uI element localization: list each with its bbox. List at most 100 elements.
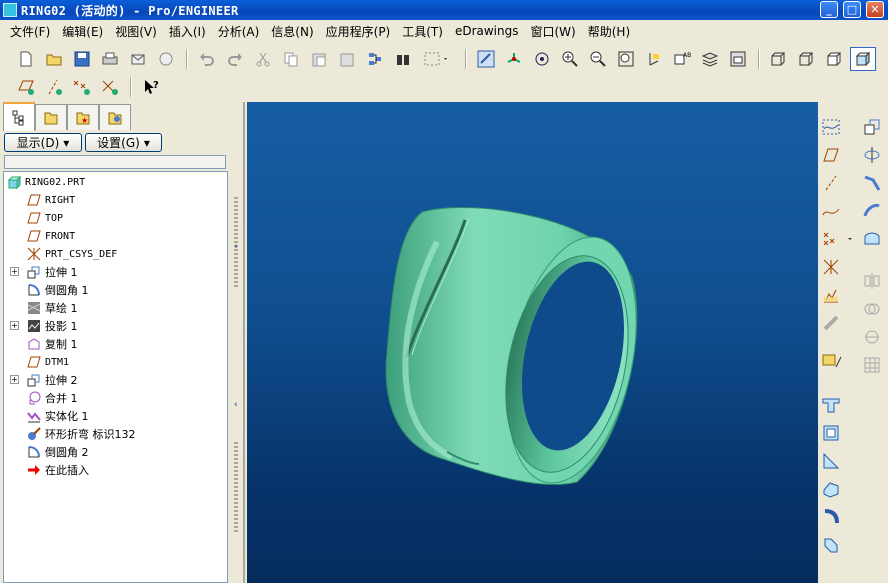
tree-item-front[interactable]: FRONT [26,227,75,245]
new-file-button[interactable] [16,49,36,69]
menu-analysis[interactable]: 分析(A) [212,23,266,40]
favorites-tab[interactable]: ★ [67,104,99,130]
round-tool-button[interactable] [820,506,842,528]
minimize-button[interactable]: _ [820,1,838,18]
tree-item-top[interactable]: TOP [26,209,63,227]
close-button[interactable]: ✕ [866,1,884,18]
menu-help[interactable]: 帮助(H) [582,23,636,40]
datum-axis-tool-button[interactable] [820,172,842,194]
repaint-button[interactable] [476,49,496,69]
extrude-tool-button[interactable] [861,116,883,138]
paste-button[interactable] [309,49,329,69]
no-hidden-button[interactable] [824,49,844,69]
connections-tab[interactable] [99,104,131,130]
tree-item-extrude-2[interactable]: + 拉伸 2 [10,371,78,389]
hole-tool-button[interactable] [820,394,842,416]
tree-item-right[interactable]: RIGHT [26,191,75,209]
refit-button[interactable] [616,49,636,69]
blend-tool-button[interactable] [861,200,883,222]
insert-sketch-button[interactable] [820,350,846,372]
spin-center-button[interactable] [504,49,524,69]
reorient-button[interactable] [644,49,664,69]
menu-info[interactable]: 信息(N) [265,23,319,40]
tree-expander[interactable]: + [10,321,19,330]
tree-item-round-1[interactable]: 倒圆角 1 [26,281,89,299]
menu-applications[interactable]: 应用程序(P) [320,23,397,40]
regenerate-button[interactable] [365,49,385,69]
tree-filter-field[interactable] [4,155,226,169]
menu-edit[interactable]: 编辑(E) [56,23,109,40]
hidden-line-button[interactable] [796,49,816,69]
revolve-tool-button[interactable] [861,144,883,166]
offset-tool-button[interactable] [820,312,842,334]
tree-item-round-2[interactable]: 倒圆角 2 [26,443,89,461]
send-mail-button[interactable] [128,49,148,69]
wireframe-button[interactable] [768,49,788,69]
merge-tool-button[interactable] [861,298,883,320]
tree-item-ring02-prt[interactable]: RING02.PRT [6,173,85,191]
tree-item-prt-csys-def[interactable]: PRT_CSYS_DEF [26,245,117,263]
panel-splitter[interactable]: ‹ ‹ [233,102,247,583]
orient-mode-button[interactable] [532,49,552,69]
datum-plane-tool-button[interactable] [820,144,842,166]
coordinate-system-display-button[interactable] [100,77,120,97]
zoom-in-button[interactable] [560,49,580,69]
menu-tools[interactable]: 工具(T) [396,23,449,40]
tree-item-extrude-1[interactable]: + 拉伸 1 [10,263,78,281]
menu-insert[interactable]: 插入(I) [163,23,212,40]
sketched-datum-curve-button[interactable] [820,116,842,138]
sweep-tool-button[interactable] [861,172,883,194]
folder-browser-tab[interactable] [35,104,67,130]
print-button[interactable] [100,49,120,69]
datum-point-tool-button[interactable] [820,228,854,250]
chamfer-tool-button[interactable] [820,534,842,556]
collapse-arrow-icon[interactable]: ‹ [234,400,242,410]
ring-model[interactable] [247,102,818,583]
menu-edrawings[interactable]: eDrawings [449,24,525,38]
shading-button[interactable] [850,47,876,71]
tree-item-toroidal-bend[interactable]: 环形折弯 标识132 [26,425,136,443]
boundary-blend-button[interactable] [861,228,883,250]
cut-button[interactable] [253,49,273,69]
tree-item-solidify-1[interactable]: 实体化 1 [26,407,89,425]
settings-dropdown-button[interactable]: 设置(G) ▾ [85,133,162,152]
shell-tool-button[interactable] [820,422,842,444]
tree-item-dtm1[interactable]: DTM1 [26,353,69,371]
collapse-arrow-icon[interactable]: ‹ [234,242,242,252]
tree-expander[interactable]: + [10,267,19,276]
mirror-tool-button[interactable] [861,270,883,292]
model-tree-tab[interactable] [3,102,35,131]
menu-view[interactable]: 视图(V) [109,23,163,40]
context-help-button[interactable]: ? [142,77,162,97]
datum-plane-display-button[interactable] [16,77,36,97]
tree-item-insert-here[interactable]: 在此插入 [26,461,89,479]
find-button[interactable] [393,49,413,69]
tree-item-copy-1[interactable]: 复制 1 [26,335,78,353]
datum-curve-tool-button[interactable] [820,200,842,222]
zoom-out-button[interactable] [588,49,608,69]
analysis-feature-button[interactable] [820,284,842,306]
open-button[interactable] [44,49,64,69]
splitter-grip[interactable] [234,442,238,532]
menu-file[interactable]: 文件(F) [4,23,56,40]
maximize-button[interactable]: □ [843,1,861,18]
save-button[interactable] [72,49,92,69]
tree-expander[interactable]: + [10,375,19,384]
tree-item-projection-1[interactable]: + 投影 1 [10,317,78,335]
paste-special-button[interactable] [337,49,357,69]
view-manager-button[interactable] [728,49,748,69]
graphics-viewport[interactable] [247,102,818,583]
show-dropdown-button[interactable]: 显示(D) ▾ [4,133,82,152]
draft-tool-button[interactable] [820,478,842,500]
pattern-tool-button[interactable] [861,354,883,376]
saved-views-button[interactable]: AB [672,49,692,69]
tree-item-sketch-1[interactable]: 草绘 1 [26,299,78,317]
menu-window[interactable]: 窗口(W) [525,23,582,40]
redo-button[interactable] [225,49,245,69]
copy-button[interactable] [281,49,301,69]
coordinate-system-tool-button[interactable] [820,256,842,278]
trim-tool-button[interactable] [861,326,883,348]
rib-tool-button[interactable] [820,450,842,472]
datum-axis-display-button[interactable] [44,77,64,97]
select-box-button[interactable] [421,49,451,69]
